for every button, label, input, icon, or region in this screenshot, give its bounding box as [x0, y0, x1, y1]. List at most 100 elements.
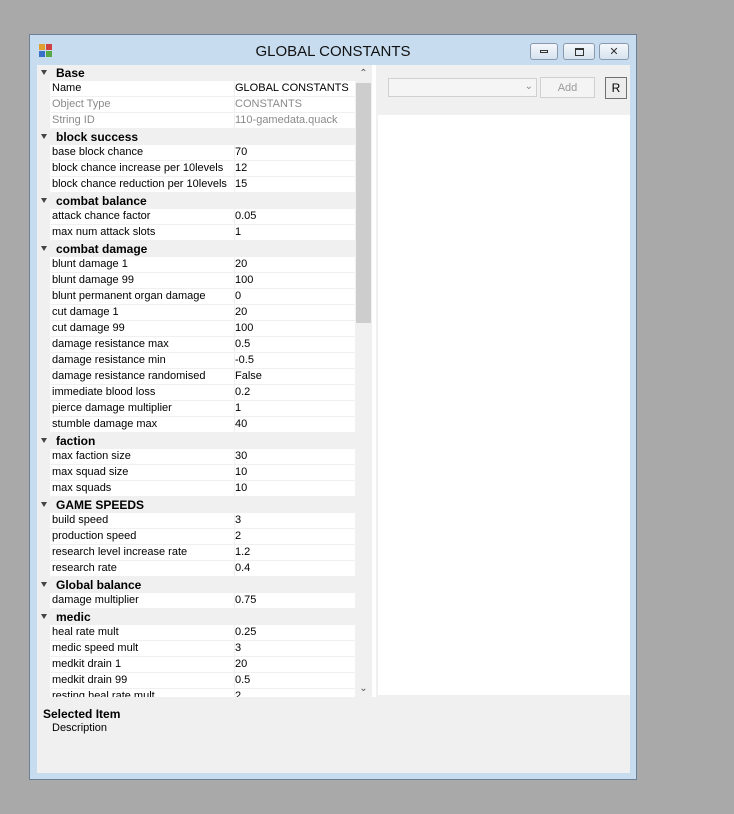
property-row[interactable]: build speed 3: [37, 513, 355, 529]
property-name: build speed: [51, 513, 235, 529]
property-value[interactable]: 20: [235, 305, 355, 321]
property-row[interactable]: damage multiplier 0.75: [37, 593, 355, 609]
row-gutter: [37, 689, 50, 697]
collapse-triangle-icon[interactable]: [41, 198, 47, 203]
chevron-down-icon[interactable]: ⌄: [525, 81, 533, 92]
property-value[interactable]: 20: [235, 257, 355, 273]
property-value[interactable]: 110-gamedata.quack: [235, 113, 355, 129]
collapse-triangle-icon[interactable]: [41, 246, 47, 251]
collapse-triangle-icon[interactable]: [41, 70, 47, 75]
property-value[interactable]: False: [235, 369, 355, 385]
property-row[interactable]: damage resistance randomised False: [37, 369, 355, 385]
property-row[interactable]: research level increase rate 1.2: [37, 545, 355, 561]
collapse-triangle-icon[interactable]: [41, 134, 47, 139]
collapse-triangle-icon[interactable]: [41, 582, 47, 587]
property-value[interactable]: 3: [235, 513, 355, 529]
property-value[interactable]: 15: [235, 177, 355, 193]
restore-button[interactable]: [563, 43, 595, 60]
close-button[interactable]: ✕: [599, 43, 629, 60]
scroll-thumb[interactable]: [356, 83, 371, 323]
property-row[interactable]: blunt damage 1 20: [37, 257, 355, 273]
property-value[interactable]: 2: [235, 689, 355, 697]
property-row[interactable]: damage resistance min -0.5: [37, 353, 355, 369]
property-value[interactable]: 0: [235, 289, 355, 305]
scroll-up-icon[interactable]: ⌃: [355, 65, 372, 82]
property-row[interactable]: damage resistance max 0.5: [37, 337, 355, 353]
property-row[interactable]: cut damage 1 20: [37, 305, 355, 321]
property-value[interactable]: 0.25: [235, 625, 355, 641]
category-row[interactable]: Base: [37, 65, 355, 81]
property-row[interactable]: attack chance factor 0.05: [37, 209, 355, 225]
property-row[interactable]: blunt damage 99 100: [37, 273, 355, 289]
property-value[interactable]: 0.2: [235, 385, 355, 401]
property-value[interactable]: GLOBAL CONSTANTS: [235, 81, 355, 97]
property-row[interactable]: blunt permanent organ damage 0: [37, 289, 355, 305]
property-row[interactable]: max faction size 30: [37, 449, 355, 465]
minimize-button[interactable]: [530, 43, 558, 60]
row-gutter: [37, 225, 50, 241]
property-row[interactable]: Name GLOBAL CONSTANTS: [37, 81, 355, 97]
property-value[interactable]: 70: [235, 145, 355, 161]
property-name: blunt damage 1: [51, 257, 235, 273]
property-row[interactable]: block chance reduction per 10levels 15: [37, 177, 355, 193]
property-row[interactable]: medkit drain 99 0.5: [37, 673, 355, 689]
property-value[interactable]: 0.05: [235, 209, 355, 225]
scroll-down-icon[interactable]: ⌄: [355, 680, 372, 697]
property-value[interactable]: 3: [235, 641, 355, 657]
property-value[interactable]: 12: [235, 161, 355, 177]
property-value[interactable]: 0.5: [235, 673, 355, 689]
property-row[interactable]: production speed 2: [37, 529, 355, 545]
property-value[interactable]: 10: [235, 481, 355, 497]
category-row[interactable]: GAME SPEEDS: [37, 497, 355, 513]
property-value[interactable]: 1: [235, 401, 355, 417]
property-row[interactable]: max num attack slots 1: [37, 225, 355, 241]
property-row[interactable]: Object Type CONSTANTS: [37, 97, 355, 113]
type-combobox[interactable]: ⌄: [388, 78, 537, 97]
property-value[interactable]: 2: [235, 529, 355, 545]
vertical-scrollbar[interactable]: ⌃ ⌄: [355, 65, 372, 697]
property-row[interactable]: research rate 0.4: [37, 561, 355, 577]
property-value[interactable]: 100: [235, 321, 355, 337]
property-row[interactable]: resting heal rate mult 2: [37, 689, 355, 697]
property-row[interactable]: medkit drain 1 20: [37, 657, 355, 673]
property-value[interactable]: 0.75: [235, 593, 355, 609]
category-row[interactable]: combat balance: [37, 193, 355, 209]
property-row[interactable]: medic speed mult 3: [37, 641, 355, 657]
property-value[interactable]: 20: [235, 657, 355, 673]
collapse-triangle-icon[interactable]: [41, 438, 47, 443]
property-row[interactable]: max squad size 10: [37, 465, 355, 481]
property-row[interactable]: block chance increase per 10levels 12: [37, 161, 355, 177]
property-value[interactable]: 1.2: [235, 545, 355, 561]
property-value[interactable]: 100: [235, 273, 355, 289]
items-list[interactable]: [378, 115, 630, 695]
category-row[interactable]: Global balance: [37, 577, 355, 593]
title-bar[interactable]: GLOBAL CONSTANTS ✕: [30, 35, 636, 65]
property-value[interactable]: CONSTANTS: [235, 97, 355, 113]
category-row[interactable]: combat damage: [37, 241, 355, 257]
property-row[interactable]: heal rate mult 0.25: [37, 625, 355, 641]
property-value[interactable]: -0.5: [235, 353, 355, 369]
property-value[interactable]: 30: [235, 449, 355, 465]
r-button[interactable]: R: [605, 77, 627, 99]
property-value[interactable]: 40: [235, 417, 355, 433]
property-row[interactable]: stumble damage max 40: [37, 417, 355, 433]
property-value[interactable]: 0.4: [235, 561, 355, 577]
collapse-triangle-icon[interactable]: [41, 614, 47, 619]
property-row[interactable]: String ID 110-gamedata.quack: [37, 113, 355, 129]
property-row[interactable]: base block chance 70: [37, 145, 355, 161]
category-row[interactable]: medic: [37, 609, 355, 625]
restore-icon: [574, 47, 584, 56]
property-value[interactable]: 1: [235, 225, 355, 241]
property-row[interactable]: max squads 10: [37, 481, 355, 497]
category-row[interactable]: block success: [37, 129, 355, 145]
add-button[interactable]: Add: [540, 77, 595, 98]
category-row[interactable]: faction: [37, 433, 355, 449]
property-grid[interactable]: Base Name GLOBAL CONSTANTS Object Type CONST…: [37, 65, 376, 697]
property-name: cut damage 99: [51, 321, 235, 337]
property-value[interactable]: 10: [235, 465, 355, 481]
property-row[interactable]: pierce damage multiplier 1: [37, 401, 355, 417]
property-row[interactable]: cut damage 99 100: [37, 321, 355, 337]
property-row[interactable]: immediate blood loss 0.2: [37, 385, 355, 401]
property-value[interactable]: 0.5: [235, 337, 355, 353]
collapse-triangle-icon[interactable]: [41, 502, 47, 507]
